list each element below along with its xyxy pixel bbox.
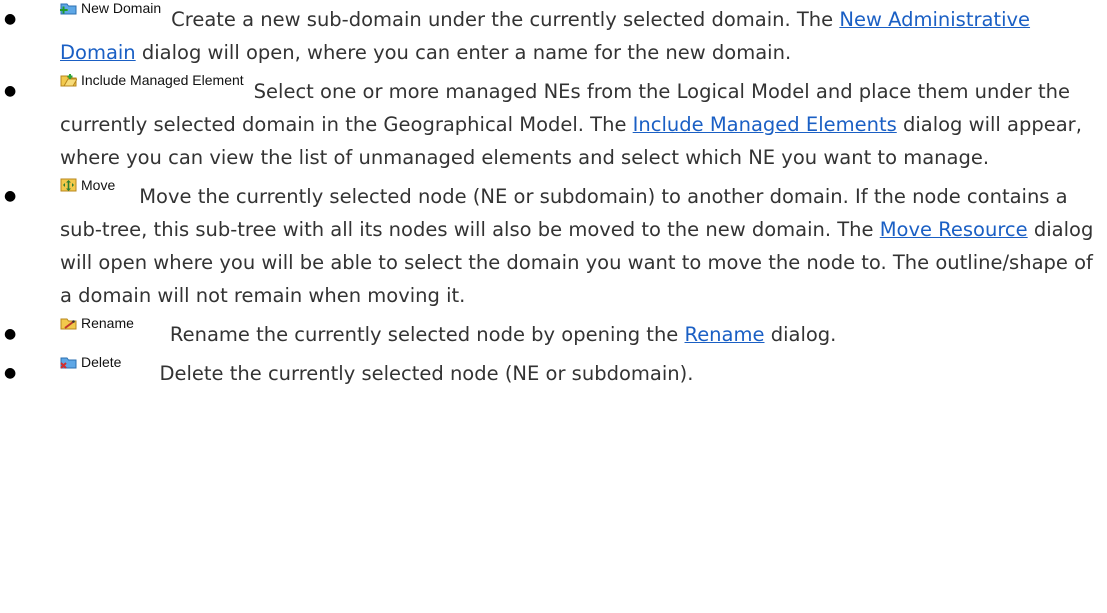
new-domain-icon [60, 3, 77, 15]
list-item: ● Delete Delete the currently selected n… [0, 354, 1107, 390]
list-item: ● Include Managed Element Select one or … [0, 72, 1107, 174]
list-item: ● New Domain Create a new sub-domain und… [0, 0, 1107, 69]
move-resource-link[interactable]: Move Resource [880, 218, 1028, 241]
include-managed-element-icon [60, 74, 77, 87]
rename-link[interactable]: Rename [685, 323, 765, 346]
menu-label-include-managed-element: Include Managed Element [60, 71, 244, 89]
bullet: ● [4, 11, 17, 27]
bullet: ● [4, 83, 17, 99]
list-item: ● Move Move the currently selected node … [0, 177, 1107, 312]
item-text: Delete the currently selected node (NE o… [159, 362, 694, 385]
item-text: dialog will open, where you can enter a … [135, 41, 792, 64]
delete-icon [60, 357, 77, 369]
list-item: ● Rename Rename the currently selected n… [0, 315, 1107, 351]
rename-icon [60, 318, 77, 330]
menu-label-rename: Rename [60, 314, 134, 332]
item-text: Rename the currently selected node by op… [169, 323, 685, 346]
include-managed-elements-link[interactable]: Include Managed Elements [633, 113, 897, 136]
bullet: ● [4, 365, 17, 381]
item-text: dialog. [764, 323, 837, 346]
menu-label-delete: Delete [60, 353, 121, 371]
bullet: ● [4, 326, 17, 342]
menu-label-move: Move [60, 176, 115, 194]
menu-label-new-domain: New Domain [60, 0, 161, 17]
menu-item-list: ● New Domain Create a new sub-domain und… [0, 0, 1107, 390]
item-text: Create a new sub-domain under the curren… [171, 8, 840, 31]
move-icon [60, 178, 77, 192]
bullet: ● [4, 188, 17, 204]
